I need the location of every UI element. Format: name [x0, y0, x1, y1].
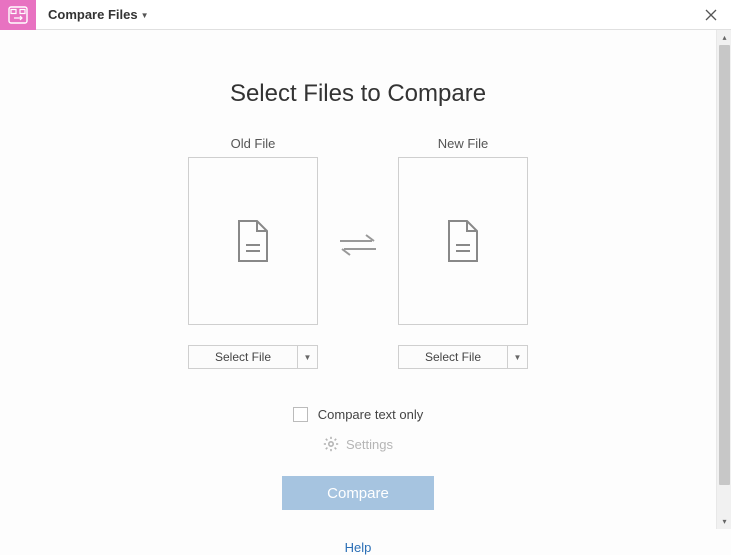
settings-label: Settings [346, 437, 393, 452]
old-file-select-group: Select File ▼ [188, 345, 318, 369]
document-icon [235, 219, 271, 263]
caret-down-icon: ▼ [141, 11, 149, 20]
file-selection-row: Old File Select File ▼ [0, 136, 716, 369]
swap-column [336, 136, 380, 331]
app-title: Compare Files [48, 7, 138, 22]
vertical-scrollbar[interactable]: ▴ ▾ [716, 30, 731, 529]
scroll-up-icon[interactable]: ▴ [717, 30, 731, 45]
old-file-select-dropdown[interactable]: ▼ [297, 346, 317, 368]
close-button[interactable] [691, 0, 731, 30]
old-file-dropzone[interactable] [188, 157, 318, 325]
compare-text-only-checkbox[interactable]: Compare text only [293, 407, 424, 422]
compare-button[interactable]: Compare [282, 476, 434, 510]
new-file-select-button[interactable]: Select File [399, 346, 507, 368]
title-dropdown[interactable]: Compare Files ▼ [36, 0, 161, 29]
new-file-column: New File Select File ▼ [398, 136, 528, 369]
document-icon [445, 219, 481, 263]
main-panel: Select Files to Compare Old File Select … [0, 30, 716, 555]
new-file-label: New File [438, 136, 489, 151]
compare-app-icon [8, 6, 28, 24]
gear-icon [323, 436, 339, 452]
content-area: Select Files to Compare Old File Select … [0, 30, 731, 529]
settings-link[interactable]: Settings [323, 436, 393, 452]
compare-text-only-label: Compare text only [318, 407, 424, 422]
titlebar: Compare Files ▼ [0, 0, 731, 30]
close-icon [705, 9, 717, 21]
swap-arrows-icon[interactable] [336, 231, 380, 259]
scrollbar-thumb[interactable] [719, 45, 730, 485]
help-link[interactable]: Help [345, 540, 372, 555]
old-file-column: Old File Select File ▼ [188, 136, 318, 369]
new-file-select-dropdown[interactable]: ▼ [507, 346, 527, 368]
app-icon [0, 0, 36, 30]
page-title: Select Files to Compare [0, 80, 716, 108]
new-file-select-group: Select File ▼ [398, 345, 528, 369]
checkbox-box [293, 407, 308, 422]
old-file-label: Old File [231, 136, 276, 151]
options-section: Compare text only Sett [0, 407, 716, 555]
old-file-select-button[interactable]: Select File [189, 346, 297, 368]
scroll-down-icon[interactable]: ▾ [717, 514, 731, 529]
new-file-dropzone[interactable] [398, 157, 528, 325]
